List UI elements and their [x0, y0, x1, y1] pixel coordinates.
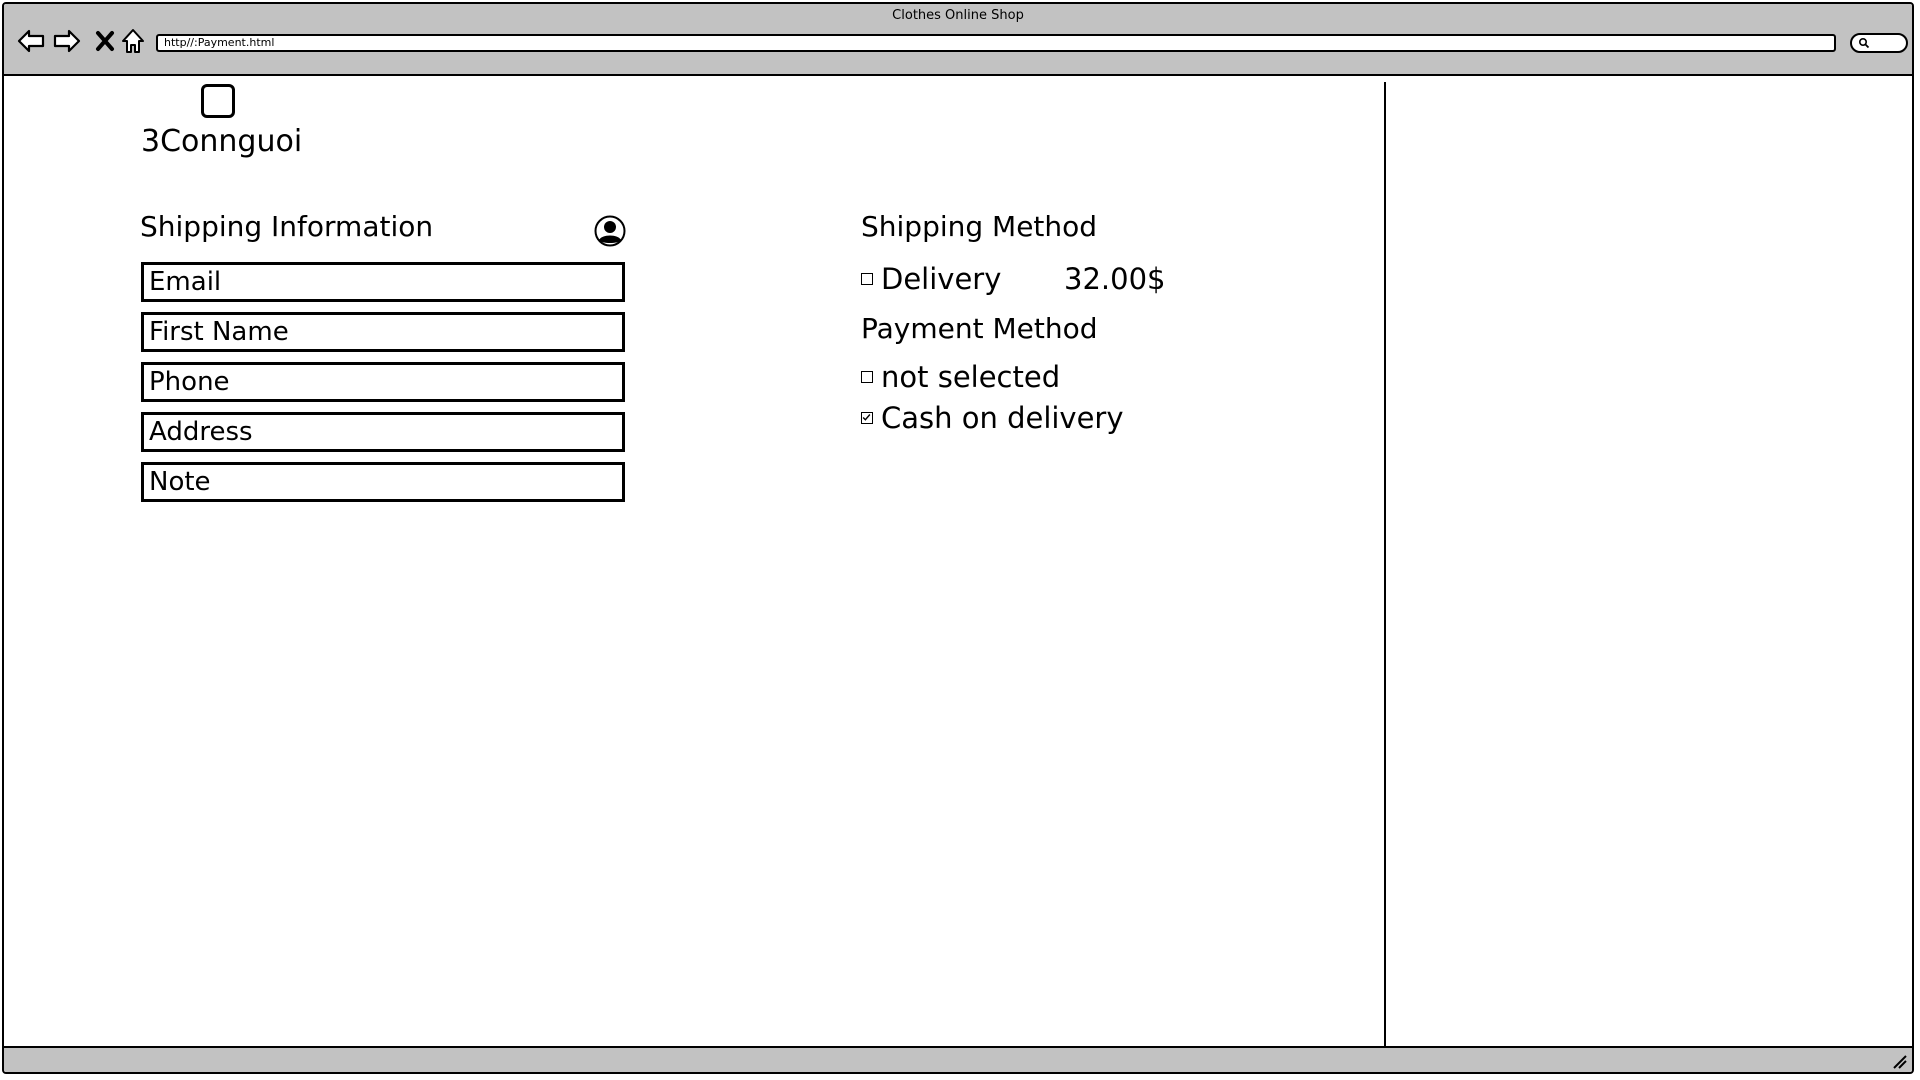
address-field[interactable]	[141, 412, 625, 452]
vertical-divider	[1384, 82, 1386, 1048]
payment-option-cash-on-delivery[interactable]: Cash on delivery	[861, 401, 1124, 435]
cash-on-delivery-checkbox[interactable]	[861, 412, 873, 424]
payment-option-not-selected[interactable]: not selected	[861, 360, 1060, 394]
brand-name: 3Connguoi	[141, 124, 303, 159]
search-icon	[1858, 37, 1870, 49]
forward-arrow-icon[interactable]	[52, 26, 82, 56]
note-field[interactable]	[141, 462, 625, 502]
delivery-price: 32.00$	[1064, 262, 1166, 296]
home-icon[interactable]	[118, 26, 148, 56]
not-selected-label: not selected	[881, 360, 1061, 394]
not-selected-checkbox[interactable]	[861, 371, 873, 383]
delivery-checkbox[interactable]	[861, 273, 873, 285]
phone-field[interactable]	[141, 362, 625, 402]
browser-window: Clothes Online Shop http//:Payment.html …	[2, 2, 1914, 1074]
checkmark-icon	[862, 414, 871, 421]
browser-search-box[interactable]	[1850, 33, 1908, 53]
back-arrow-icon[interactable]	[16, 26, 46, 56]
delivery-option[interactable]: Delivery	[861, 262, 1001, 296]
logo-image	[201, 84, 235, 118]
user-icon[interactable]	[594, 215, 626, 247]
first-name-field[interactable]	[141, 312, 625, 352]
payment-method-title: Payment Method	[861, 312, 1098, 345]
shipping-information-title: Shipping Information	[140, 210, 434, 243]
cash-on-delivery-label: Cash on delivery	[881, 401, 1124, 435]
status-bar	[4, 1046, 1912, 1072]
page-content: 3Connguoi Shipping Information Shipping …	[4, 76, 1912, 1052]
address-bar[interactable]: http//:Payment.html	[156, 34, 1836, 52]
stop-icon[interactable]	[90, 26, 120, 56]
resize-grip-icon[interactable]	[1890, 1052, 1908, 1070]
delivery-label: Delivery	[881, 262, 1002, 296]
browser-toolbar: Clothes Online Shop http//:Payment.html	[4, 4, 1912, 76]
shipping-method-title: Shipping Method	[861, 210, 1098, 243]
email-field[interactable]	[141, 262, 625, 302]
window-title: Clothes Online Shop	[892, 8, 1024, 23]
